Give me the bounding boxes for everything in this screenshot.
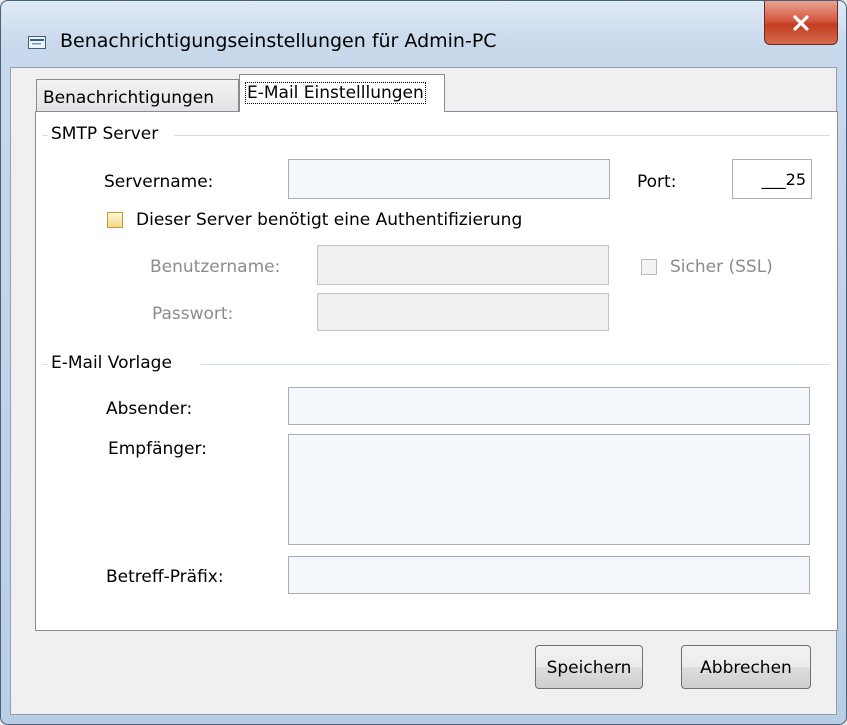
sender-label: Absender: [106,399,193,419]
dialog-window: Benachrichtigungseinstellungen für Admin… [0,0,847,725]
recipient-textarea[interactable] [288,434,810,545]
servername-input[interactable] [288,159,610,199]
subject-prefix-label: Betreff-Präfix: [106,567,224,587]
window-icon [28,36,46,49]
window-title: Benachrichtigungseinstellungen für Admin… [60,30,497,52]
port-label: Port: [637,172,677,192]
auth-checkbox[interactable] [107,212,123,228]
smtp-group-title: SMTP Server [48,124,162,144]
servername-label: Servername: [104,172,214,192]
username-input[interactable] [317,245,609,285]
tab-panel-email: SMTP Server Servername: Port: Dieser Ser… [35,111,838,631]
group-separator [174,135,830,136]
close-button[interactable] [764,1,838,45]
sender-input[interactable] [288,387,810,425]
title-bar[interactable]: Benachrichtigungseinstellungen für Admin… [1,1,846,65]
auth-checkbox-label: Dieser Server benötigt eine Authentifizi… [136,210,523,230]
cancel-button[interactable]: Abbrechen [681,645,811,689]
port-input[interactable] [732,159,812,199]
tab-label: Benachrichtigungen [43,88,215,108]
password-label: Passwort: [152,304,234,324]
ssl-checkbox-label: Sicher (SSL) [670,257,773,277]
dialog-client-area: Benachrichtigungen E-Mail Einstelllungen… [10,67,838,715]
tab-email-einstellungen[interactable]: E-Mail Einstelllungen [239,74,445,112]
recipient-label: Empfänger: [108,439,207,459]
save-button[interactable]: Speichern [535,645,643,689]
username-label: Benutzername: [150,257,281,277]
close-icon [793,14,809,31]
subject-prefix-input[interactable] [288,556,810,594]
tab-label: E-Mail Einstelllungen [245,82,426,104]
template-group-title: E-Mail Vorlage [48,353,175,373]
tab-benachrichtigungen[interactable]: Benachrichtigungen [36,79,239,111]
group-separator [201,364,830,365]
password-input[interactable] [317,293,609,331]
ssl-checkbox[interactable] [641,259,657,275]
